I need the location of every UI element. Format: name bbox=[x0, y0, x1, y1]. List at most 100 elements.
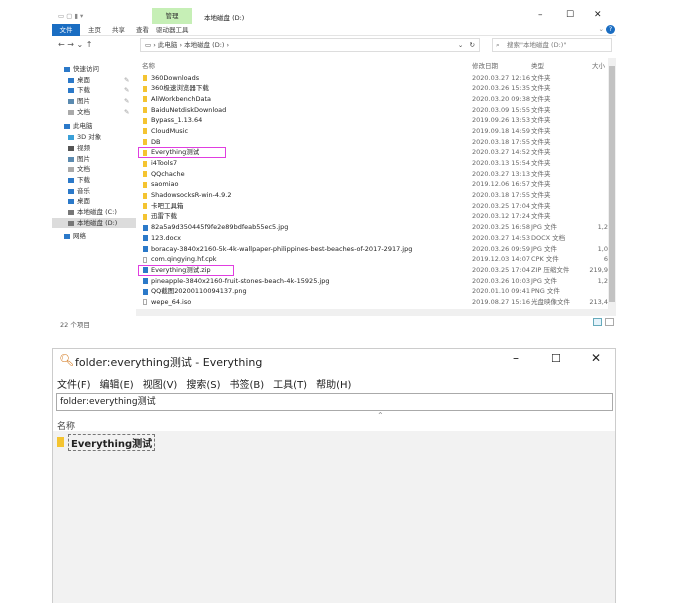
file-row[interactable]: AliWorkbenchData 2020.03.20 09:38 文件夹 bbox=[136, 94, 608, 105]
nav-item[interactable]: 音乐 bbox=[52, 186, 136, 197]
details-view-icon[interactable] bbox=[593, 318, 602, 326]
column-headers: 名称 修改日期 类型 大小 bbox=[136, 58, 608, 70]
menu-view[interactable]: 视图(V) bbox=[143, 376, 178, 391]
nav-item[interactable]: 此电脑 bbox=[52, 121, 136, 132]
large-icons-view-icon[interactable] bbox=[605, 318, 614, 326]
menu-search[interactable]: 搜索(S) bbox=[186, 376, 220, 391]
help-icon[interactable]: ? bbox=[606, 25, 615, 34]
breadcrumb-drive-d[interactable]: 本地磁盘 (D:) bbox=[184, 41, 224, 49]
nav-item[interactable]: 文档 ✎ bbox=[52, 107, 136, 118]
menu-tools[interactable]: 工具(T) bbox=[273, 376, 307, 391]
file-row[interactable]: wepe_64.iso 2019.08.27 15:16 光盘映像文件 213,4 bbox=[136, 297, 608, 308]
file-row[interactable]: CloudMusic 2019.09.18 14:59 文件夹 bbox=[136, 126, 608, 137]
minimize-button[interactable]: – bbox=[513, 351, 519, 365]
file-size: 213,4 bbox=[589, 297, 608, 306]
file-row[interactable]: ShadowsocksR-win-4.9.2 2020.03.18 17:55 文件… bbox=[136, 190, 608, 201]
nav-item[interactable]: 文档 bbox=[52, 164, 136, 175]
column-date[interactable]: 修改日期 bbox=[472, 60, 498, 70]
file-row[interactable]: 123.docx 2020.03.27 14:53 DOCX 文档 bbox=[136, 233, 608, 244]
menu-bar: 文件(F) 编辑(E) 视图(V) 搜索(S) 书签(B) 工具(T) 帮助(H… bbox=[57, 376, 351, 391]
result-item[interactable]: Everything测试 bbox=[57, 433, 156, 451]
file-date: 2020.03.27 14:52 bbox=[472, 148, 531, 157]
chevron-down-icon[interactable]: ⌄ bbox=[599, 25, 604, 33]
refresh-icon[interactable]: ⌄ ↻ bbox=[458, 39, 475, 51]
tab-home[interactable]: 主页 bbox=[88, 24, 101, 36]
column-type[interactable]: 类型 bbox=[531, 60, 544, 70]
nav-item[interactable]: 图片 ✎ bbox=[52, 96, 136, 107]
close-button[interactable]: ✕ bbox=[594, 10, 602, 20]
maximize-button[interactable]: ☐ bbox=[566, 10, 574, 20]
file-icon bbox=[143, 278, 148, 285]
nav-item[interactable]: 桌面 bbox=[52, 196, 136, 207]
file-row[interactable]: Bypass_1.13.64 2019.09.26 13:53 文件夹 bbox=[136, 115, 608, 126]
nav-item[interactable]: 视频 bbox=[52, 143, 136, 154]
file-row[interactable]: 迅雷下载 2020.03.12 17:24 文件夹 bbox=[136, 211, 608, 222]
vertical-scrollbar[interactable] bbox=[608, 58, 616, 316]
breadcrumb-this-pc[interactable]: 此电脑 bbox=[158, 41, 178, 49]
file-row[interactable]: 360极速浏览器下载 2020.03.26 15:35 文件夹 bbox=[136, 83, 608, 94]
column-size[interactable]: 大小 bbox=[592, 60, 605, 70]
desktop-icon bbox=[68, 77, 74, 83]
file-name: 360Downloads bbox=[151, 73, 200, 82]
tab-manage[interactable]: 管理 bbox=[152, 8, 192, 24]
file-row[interactable]: 82a5a9d350445f9fe2e89bdfeab55ec5.jpg 2020… bbox=[136, 222, 608, 233]
maximize-button[interactable]: ☐ bbox=[551, 352, 561, 365]
file-list: 360Downloads 2020.03.27 12:16 文件夹 360极速浏览器下… bbox=[136, 73, 608, 308]
tab-file[interactable]: 文件 bbox=[52, 24, 80, 36]
search-icon: ⌕ bbox=[496, 41, 500, 49]
file-row[interactable]: 卡吧工具箱 2020.03.25 17:04 文件夹 bbox=[136, 201, 608, 212]
file-type: 文件夹 bbox=[531, 73, 551, 82]
folder-icon bbox=[57, 437, 64, 447]
close-button[interactable]: ✕ bbox=[591, 351, 601, 365]
file-row[interactable]: saomiao 2019.12.06 16:57 文件夹 bbox=[136, 179, 608, 190]
pin-icon[interactable]: ✎ bbox=[124, 107, 129, 118]
tab-drive-tools[interactable]: 驱动器工具 bbox=[156, 24, 189, 36]
nav-item[interactable]: 下载 bbox=[52, 175, 136, 186]
search-input[interactable]: ⌕ 搜索"本地磁盘 (D:)" bbox=[492, 38, 612, 52]
file-row[interactable]: BaiduNetdiskDownload 2020.03.09 15:55 文件夹 bbox=[136, 105, 608, 116]
file-type: ZIP 压缩文件 bbox=[531, 265, 570, 274]
file-row[interactable]: i4Tools7 2020.03.13 15:54 文件夹 bbox=[136, 158, 608, 169]
file-type: 文件夹 bbox=[531, 105, 551, 114]
horizontal-scrollbar[interactable] bbox=[136, 309, 608, 316]
tab-view[interactable]: 查看 bbox=[136, 24, 149, 36]
nav-item[interactable]: 本地磁盘 (D:) bbox=[52, 217, 136, 229]
file-row[interactable]: com.qingying.hf.cpk 2019.12.03 14:07 CPK 文… bbox=[136, 254, 608, 265]
pin-icon[interactable]: ✎ bbox=[124, 75, 129, 86]
nav-item[interactable]: 桌面 ✎ bbox=[52, 75, 136, 86]
file-row[interactable]: Everything测试 2020.03.27 14:52 文件夹 bbox=[136, 147, 608, 159]
nav-item[interactable]: 网络 bbox=[52, 231, 136, 242]
menu-bookmarks[interactable]: 书签(B) bbox=[230, 376, 265, 391]
pin-icon[interactable]: ✎ bbox=[124, 96, 129, 107]
search-input[interactable]: folder:everything测试 bbox=[56, 393, 613, 411]
file-row[interactable]: 360Downloads 2020.03.27 12:16 文件夹 bbox=[136, 73, 608, 84]
minimize-button[interactable]: – bbox=[538, 10, 543, 20]
nav-item[interactable]: 本地磁盘 (C:) bbox=[52, 207, 136, 218]
menu-file[interactable]: 文件(F) bbox=[57, 376, 91, 391]
menu-edit[interactable]: 编辑(E) bbox=[100, 376, 134, 391]
nav-item[interactable]: 下载 ✎ bbox=[52, 85, 136, 96]
nav-item[interactable]: 快速访问 bbox=[52, 64, 136, 75]
column-name[interactable]: 名称 bbox=[142, 60, 155, 70]
file-type: 文件夹 bbox=[531, 180, 551, 189]
drive-icon bbox=[68, 209, 74, 215]
file-row[interactable]: pineapple-3840x2160-fruit-stones-beach-4… bbox=[136, 276, 608, 287]
nav-item[interactable]: 图片 bbox=[52, 154, 136, 165]
file-row[interactable]: QQ截图20200110094137.png 2020.01.10 09:41 PN… bbox=[136, 286, 608, 297]
file-row[interactable]: DB 2020.03.18 17:55 文件夹 bbox=[136, 137, 608, 148]
file-name: pineapple-3840x2160-fruit-stones-beach-4… bbox=[151, 276, 330, 285]
quick-access-toolbar-icon[interactable]: ▭ ▢ ▮ ▾ bbox=[58, 12, 83, 20]
file-row[interactable]: Everything测试.zip 2020.03.25 17:04 ZIP 压缩文件… bbox=[136, 264, 608, 276]
address-bar[interactable]: ▭ › 此电脑 › 本地磁盘 (D:) › ⌄ ↻ bbox=[140, 38, 480, 52]
file-row[interactable]: QQchache 2020.03.27 13:13 文件夹 bbox=[136, 169, 608, 180]
file-row[interactable]: boracay-3840x2160-5k-4k-wallpaper-philip… bbox=[136, 244, 608, 255]
file-date: 2019.12.06 16:57 bbox=[472, 180, 531, 189]
tab-share[interactable]: 共享 bbox=[112, 24, 125, 36]
file-icon bbox=[143, 256, 147, 263]
window-title: folder:everything测试 - Everything bbox=[75, 356, 263, 369]
nav-buttons[interactable]: ← → ⌄ ↑ bbox=[58, 40, 92, 49]
nav-item[interactable]: 3D 对象 bbox=[52, 132, 136, 143]
menu-help[interactable]: 帮助(H) bbox=[316, 376, 351, 391]
pin-icon[interactable]: ✎ bbox=[124, 85, 129, 96]
file-type: 文件夹 bbox=[531, 84, 551, 93]
